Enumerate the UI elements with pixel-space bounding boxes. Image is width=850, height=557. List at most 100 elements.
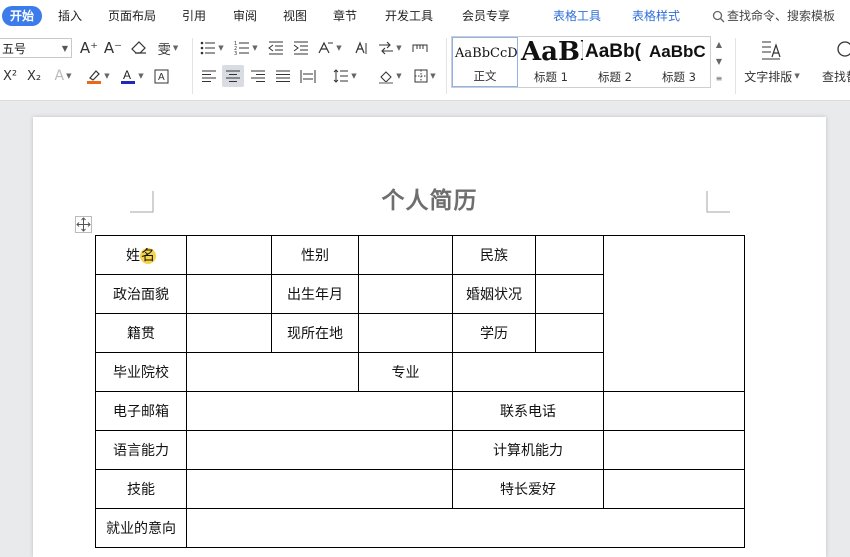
cell-text: 姓名 — [126, 248, 156, 264]
style-normal[interactable]: AaBbCcDd 正文 — [452, 37, 518, 87]
decrease-indent-icon[interactable] — [266, 38, 286, 58]
photo-cell[interactable] — [603, 235, 745, 392]
text-effect-icon[interactable]: A ▼ — [50, 66, 76, 86]
command-search[interactable]: 查找命令、搜索模板 — [712, 0, 835, 32]
table-cell[interactable] — [186, 391, 453, 431]
table-row: 语言能力 计算机能力 — [95, 430, 745, 470]
font-size-select[interactable]: 五号 ▼ — [0, 38, 72, 58]
table-cell[interactable]: 民族 — [452, 235, 536, 275]
style-preview: AaBl — [521, 37, 583, 67]
find-icon[interactable] — [836, 38, 850, 62]
table-cell[interactable]: 联系电话 — [452, 391, 604, 431]
sort-icon[interactable]: ▼ — [376, 38, 404, 58]
superscript-icon[interactable]: X² — [0, 66, 20, 86]
table-cell[interactable]: 专业 — [358, 352, 453, 392]
table-cell[interactable] — [603, 430, 745, 470]
table-cell[interactable] — [358, 274, 453, 314]
table-cell[interactable] — [603, 391, 745, 431]
svg-text:A: A — [158, 72, 165, 83]
style-gallery-scroll[interactable]: ▲ ▼ ≡ — [712, 36, 726, 88]
table-cell[interactable] — [186, 352, 359, 392]
table-cell[interactable]: 政治面貌 — [95, 274, 187, 314]
chevron-down-icon[interactable]: ▼ — [712, 53, 726, 70]
table-cell[interactable]: 出生年月 — [271, 274, 359, 314]
style-heading-1[interactable]: AaBl 标题 1 — [519, 37, 583, 87]
highlight-pen-icon[interactable]: ▼ — [84, 66, 112, 86]
tab-view[interactable]: 视图 — [283, 0, 307, 32]
table-cell[interactable]: 现所在地 — [271, 313, 359, 353]
shrink-font-icon[interactable]: A⁻ — [104, 38, 122, 58]
menu-bar: 开始 插入 页面布局 引用 审阅 视图 章节 开发工具 会员专享 表格工具 表格… — [0, 0, 850, 32]
font-color-icon[interactable]: A ▼ — [118, 66, 146, 86]
increase-indent-icon[interactable] — [291, 38, 311, 58]
style-heading-2[interactable]: AaBb( 标题 2 — [583, 37, 647, 87]
table-cell[interactable] — [603, 469, 745, 509]
tab-references[interactable]: 引用 — [182, 0, 206, 32]
clear-format-icon[interactable] — [129, 38, 149, 58]
distributed-align-icon[interactable] — [297, 65, 319, 87]
align-left-icon[interactable] — [198, 65, 220, 87]
shading-icon[interactable]: ▼ — [375, 65, 405, 87]
show-marks-icon[interactable] — [352, 38, 370, 58]
table-cell[interactable]: 技能 — [95, 469, 187, 509]
chevron-up-icon[interactable]: ▲ — [712, 36, 726, 53]
text-layout-button[interactable]: 文字排版 ▼ — [742, 67, 802, 85]
table-cell[interactable] — [186, 469, 453, 509]
tab-chapter[interactable]: 章节 — [333, 0, 357, 32]
table-cell[interactable] — [186, 235, 272, 275]
chevron-down-icon: ▼ — [61, 44, 68, 53]
tab-page-layout[interactable]: 页面布局 — [108, 0, 156, 32]
tab-table-tools[interactable]: 表格工具 — [553, 0, 601, 32]
table-cell[interactable] — [358, 235, 453, 275]
tab-review[interactable]: 审阅 — [233, 0, 257, 32]
distribute-icon[interactable] — [410, 38, 430, 58]
grow-font-icon[interactable]: A⁺ — [80, 38, 98, 58]
find-replace-label: 查找替 — [822, 69, 850, 84]
table-cell[interactable]: 特长爱好 — [452, 469, 604, 509]
table-cell[interactable]: 学历 — [452, 313, 536, 353]
bullet-list-icon[interactable]: ▼ — [198, 38, 226, 58]
text-layout-icon[interactable] — [756, 38, 786, 62]
tab-developer[interactable]: 开发工具 — [385, 0, 433, 32]
table-cell[interactable]: 毕业院校 — [95, 352, 187, 392]
table-cell[interactable] — [186, 508, 745, 548]
char-border-icon[interactable]: A — [152, 66, 170, 86]
tab-table-style[interactable]: 表格样式 — [632, 0, 680, 32]
table-cell[interactable] — [452, 352, 604, 392]
table-cell[interactable] — [535, 313, 604, 353]
style-heading-3[interactable]: AaBbC 标题 3 — [647, 37, 710, 87]
style-gallery: AaBbCcDd 正文 AaBl 标题 1 AaBb( 标题 2 AaBbC 标… — [451, 36, 711, 88]
table-cell[interactable] — [186, 274, 272, 314]
table-move-handle[interactable] — [75, 216, 92, 233]
table-cell[interactable]: 语言能力 — [95, 430, 187, 470]
table-cell[interactable] — [535, 235, 604, 275]
divider — [446, 38, 447, 94]
table-cell[interactable] — [535, 274, 604, 314]
tab-home[interactable]: 开始 — [2, 6, 43, 26]
subscript-icon[interactable]: X₂ — [24, 66, 44, 86]
table-cell[interactable] — [186, 430, 453, 470]
phonetic-guide-icon[interactable]: 雯 ▼ — [154, 38, 182, 58]
find-replace-button[interactable]: 查找替 — [822, 67, 850, 85]
style-label: 正文 — [473, 69, 497, 83]
table-cell[interactable] — [358, 313, 453, 353]
align-right-icon[interactable] — [247, 65, 269, 87]
table-cell[interactable]: 电子邮箱 — [95, 391, 187, 431]
table-cell[interactable]: 姓名 — [95, 235, 187, 275]
table-cell[interactable]: 婚姻状况 — [452, 274, 536, 314]
table-cell[interactable]: 计算机能力 — [452, 430, 604, 470]
table-cell[interactable]: 籍贯 — [95, 313, 187, 353]
line-spacing-icon[interactable]: ▼ — [330, 65, 360, 87]
numbered-list-icon[interactable]: 1 2 3 ▼ — [232, 38, 260, 58]
table-cell[interactable]: 性别 — [271, 235, 359, 275]
chinese-layout-icon[interactable]: ▼ — [316, 38, 344, 58]
table-cell[interactable] — [186, 313, 272, 353]
more-icon[interactable]: ≡ — [712, 70, 726, 87]
tab-member[interactable]: 会员专享 — [462, 0, 510, 32]
justify-icon[interactable] — [272, 65, 294, 87]
divider — [735, 38, 736, 94]
table-cell[interactable]: 就业的意向 — [95, 508, 187, 548]
borders-icon[interactable]: ▼ — [410, 65, 440, 87]
tab-insert[interactable]: 插入 — [58, 0, 82, 32]
align-center-icon[interactable] — [222, 65, 244, 87]
